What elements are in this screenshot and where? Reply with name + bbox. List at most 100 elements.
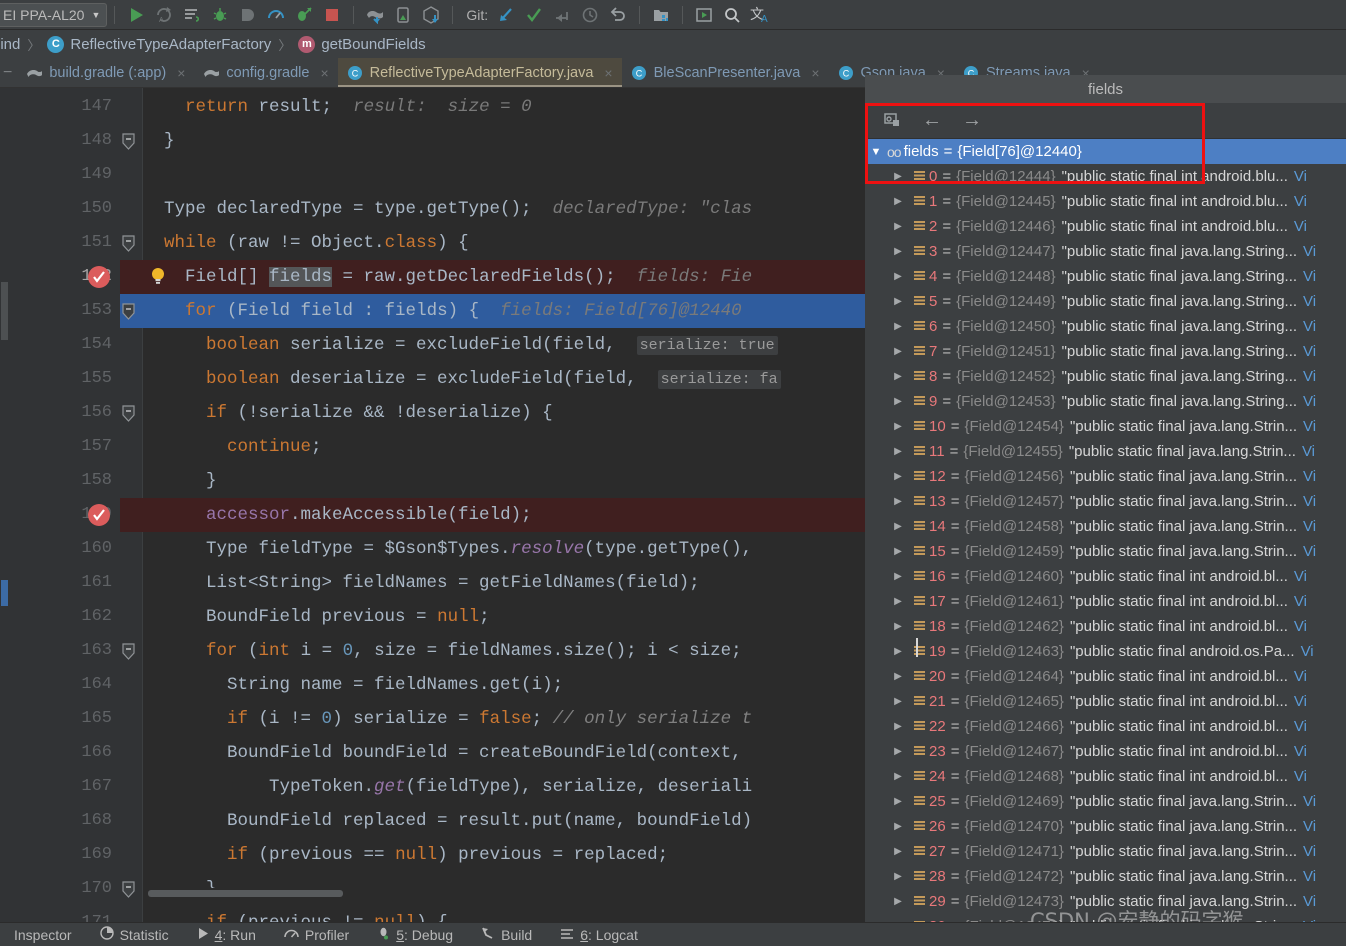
editor-line[interactable]: 168 BoundField replaced = result.put(nam… [0,804,868,838]
code-editor[interactable]: 147 return result; result: size = 0 148 }… [0,88,868,922]
code-fold-icon[interactable] [121,124,135,158]
tree-row[interactable]: ▶ 18 = {Field@12462} "public static final in… [865,614,1346,639]
editor-line[interactable]: 158 } [0,464,868,498]
view-link[interactable]: Vi [1303,468,1316,485]
tree-row[interactable]: ▶ 26 = {Field@12470} "public static final ja… [865,814,1346,839]
statusbar-item-statistic[interactable]: Statistic [99,926,183,943]
tree-row[interactable]: ▶ 14 = {Field@12458} "public static final ja… [865,514,1346,539]
view-link[interactable]: Vi [1303,843,1316,860]
chevron-right-icon[interactable]: ▶ [887,296,909,307]
debug-icon[interactable] [206,2,234,28]
tree-row[interactable]: ▶ 5 = {Field@12449} "public static final jav… [865,289,1346,314]
tree-row[interactable]: ▶ 3 = {Field@12447} "public static final jav… [865,239,1346,264]
avd-manager-icon[interactable] [389,2,417,28]
tree-row[interactable]: ▶ 7 = {Field@12451} "public static final jav… [865,339,1346,364]
chevron-right-icon[interactable]: ▶ [887,771,909,782]
tree-row[interactable]: ▶ 16 = {Field@12460} "public static final in… [865,564,1346,589]
statusbar-item-run[interactable]: 4: Run [197,927,270,943]
debugger-value-popup[interactable]: fields ← → ▼ oo fields = {Field[76]@1244… [865,75,1346,946]
view-link[interactable]: Vi [1294,743,1307,760]
chevron-right-icon[interactable]: ▶ [887,571,909,582]
chevron-right-icon[interactable]: ▶ [887,396,909,407]
code-fold-icon[interactable] [121,872,135,906]
chevron-right-icon[interactable]: ▶ [887,196,909,207]
view-link[interactable]: Vi [1294,693,1307,710]
statusbar-item-debug[interactable]: 5: Debug [377,926,467,943]
profiler-icon[interactable] [262,2,290,28]
debugger-tree[interactable]: ▼ oo fields = {Field[76]@12440} ▶ 0 = {Fiel… [865,139,1346,946]
chevron-right-icon[interactable]: ▶ [887,171,909,182]
view-link[interactable]: Vi [1303,818,1316,835]
tree-row[interactable]: ▶ 11 = {Field@12455} "public static final ja… [865,439,1346,464]
breakpoint-icon[interactable] [88,504,110,526]
chevron-right-icon[interactable]: ▶ [887,421,909,432]
chevron-right-icon[interactable]: ▶ [887,646,909,657]
chevron-right-icon[interactable]: ▶ [887,271,909,282]
view-link[interactable]: Vi [1294,618,1307,635]
tree-row[interactable]: ▶ 15 = {Field@12459} "public static final ja… [865,539,1346,564]
tree-row[interactable]: ▶ 23 = {Field@12467} "public static final in… [865,739,1346,764]
chevron-right-icon[interactable]: ▶ [887,446,909,457]
view-link[interactable]: Vi [1303,793,1316,810]
view-link[interactable]: Vi [1303,518,1316,535]
code-fold-icon[interactable] [121,634,135,668]
chevron-right-icon[interactable]: ▶ [887,621,909,632]
statusbar-item-logcat[interactable]: 6: Logcat [560,927,652,943]
view-link[interactable]: Vi [1303,393,1316,410]
tab-reflectivetypeadapterfactory-java[interactable]: C ReflectiveTypeAdapterFactory.java × [337,58,622,87]
tabs-scroll-left-icon[interactable]: − [0,58,17,87]
chevron-right-icon[interactable]: ▶ [887,696,909,707]
view-link[interactable]: Vi [1294,768,1307,785]
tree-row[interactable]: ▶ 0 = {Field@12444} "public static final int… [865,164,1346,189]
tree-row[interactable]: ▶ 8 = {Field@12452} "public static final jav… [865,364,1346,389]
breadcrumb-class[interactable]: C ReflectiveTypeAdapterFactory [47,35,271,53]
stop-icon[interactable] [318,2,346,28]
view-link[interactable]: Vi [1303,243,1316,260]
chevron-right-icon[interactable]: ▶ [887,521,909,532]
run-configuration-selector[interactable]: EI PPA-AL20 ▼ [0,2,108,27]
view-link[interactable]: Vi [1303,293,1316,310]
editor-line[interactable]: 164 String name = fieldNames.get(i); [0,668,868,702]
chevron-right-icon[interactable]: ▶ [887,896,909,907]
view-link[interactable]: Vi [1303,368,1316,385]
attach-debugger-icon[interactable] [234,2,262,28]
view-link[interactable]: Vi [1302,443,1315,460]
chevron-right-icon[interactable]: ▶ [887,821,909,832]
editor-horizontal-scrollbar[interactable] [143,888,863,898]
editor-line[interactable]: 160 Type fieldType = $Gson$Types.resolve… [0,532,868,566]
layout-inspector-icon[interactable] [690,2,718,28]
editor-line[interactable]: 156 if (!serialize && !deserialize) { [0,396,868,430]
editor-line[interactable]: 152 Field[] fields = raw.getDeclaredFiel… [0,260,868,294]
scrollbar-thumb[interactable] [148,890,343,897]
git-commit-icon[interactable] [520,2,548,28]
sdk-manager-icon[interactable] [417,2,445,28]
editor-line[interactable]: 157 continue; [0,430,868,464]
view-link[interactable]: Vi [1301,643,1314,660]
forward-arrow-icon[interactable]: → [957,108,987,134]
chevron-right-icon[interactable]: ▶ [887,346,909,357]
code-fold-icon[interactable] [121,226,135,260]
chevron-right-icon[interactable]: ▶ [887,371,909,382]
translate-icon[interactable]: 文A [746,2,774,28]
statusbar-item-inspector[interactable]: Inspector [14,927,86,943]
editor-line[interactable]: 165 if (i != 0) serialize = false; // on… [0,702,868,736]
tree-row[interactable]: ▶ 2 = {Field@12446} "public static final int… [865,214,1346,239]
chevron-right-icon[interactable]: ▶ [887,471,909,482]
tree-row[interactable]: ▶ 21 = {Field@12465} "public static final in… [865,689,1346,714]
sync-gradle-icon[interactable] [361,2,389,28]
view-link[interactable]: Vi [1303,418,1316,435]
statusbar-item-build[interactable]: Build [481,926,546,943]
editor-line[interactable]: 147 return result; result: size = 0 [0,90,868,124]
editor-line[interactable]: 155 boolean deserialize = excludeField(f… [0,362,868,396]
view-link[interactable]: Vi [1303,318,1316,335]
chevron-down-icon[interactable]: ▼ [865,146,887,158]
editor-line[interactable]: 150 Type declaredType = type.getType(); … [0,192,868,226]
view-link[interactable]: Vi [1303,343,1316,360]
tree-row[interactable]: ▶ 27 = {Field@12471} "public static final ja… [865,839,1346,864]
breadcrumb-method[interactable]: m getBoundFields [298,35,426,53]
editor-line[interactable]: 162 BoundField previous = null; [0,600,868,634]
tree-row[interactable]: ▶ 10 = {Field@12454} "public static final ja… [865,414,1346,439]
evaluate-expression-icon[interactable] [877,108,907,134]
editor-line[interactable]: 171 if (previous != null) { [0,906,868,922]
chevron-right-icon[interactable]: ▶ [887,721,909,732]
